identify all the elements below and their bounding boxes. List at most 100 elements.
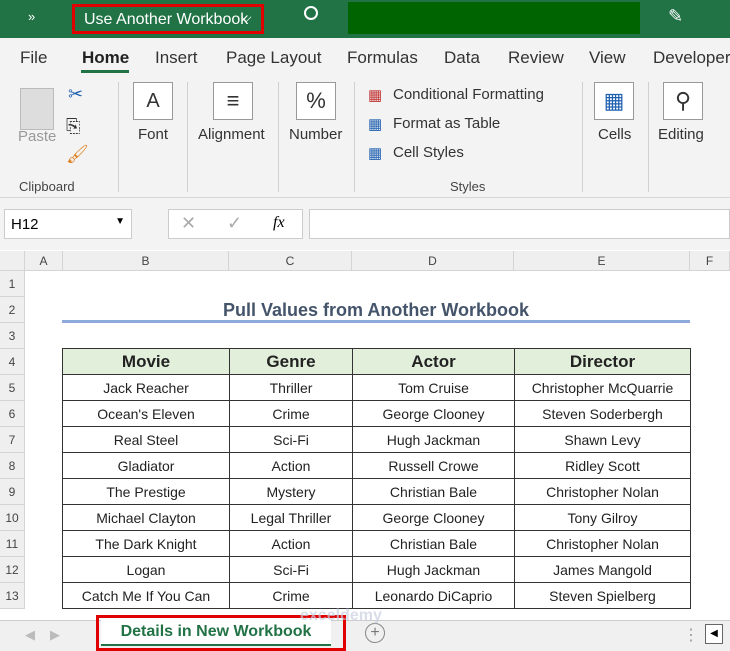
add-sheet-button[interactable]: + xyxy=(365,623,385,643)
tab-review[interactable]: Review xyxy=(508,48,564,68)
table-cell[interactable]: Catch Me If You Can xyxy=(62,582,230,609)
table-cell[interactable]: Crime xyxy=(229,582,353,609)
number-icon[interactable]: % xyxy=(296,82,336,120)
editing-button[interactable]: Editing xyxy=(658,126,704,143)
table-cell[interactable]: Sci-Fi xyxy=(229,426,353,453)
table-cell[interactable]: Steven Soderbergh xyxy=(514,400,691,427)
row-header[interactable]: 7 xyxy=(0,427,25,453)
table-cell[interactable]: Hugh Jackman xyxy=(352,426,515,453)
formula-input[interactable] xyxy=(309,209,730,239)
table-cell[interactable]: Gladiator xyxy=(62,452,230,479)
table-cell[interactable]: Ridley Scott xyxy=(514,452,691,479)
table-cell[interactable]: Crime xyxy=(229,400,353,427)
cut-icon[interactable]: ✂ xyxy=(68,84,83,105)
scroll-left-button[interactable]: ◀ xyxy=(705,624,723,644)
row-header[interactable]: 5 xyxy=(0,375,25,401)
table-cell[interactable]: Sci-Fi xyxy=(229,556,353,583)
row-header[interactable]: 1 xyxy=(0,271,25,297)
format-as-table-button[interactable]: Format as Table xyxy=(393,115,500,132)
table-cell[interactable]: George Clooney xyxy=(352,400,515,427)
column-header[interactable]: B xyxy=(63,251,229,271)
cancel-icon[interactable]: ✕ xyxy=(181,213,196,234)
tab-file[interactable]: File xyxy=(20,48,47,68)
row-header[interactable]: 10 xyxy=(0,505,25,531)
row-header[interactable]: 8 xyxy=(0,453,25,479)
column-header[interactable]: E xyxy=(514,251,690,271)
name-box[interactable]: H12 ▼ xyxy=(4,209,132,239)
table-cell[interactable]: Action xyxy=(229,452,353,479)
font-button[interactable]: Font xyxy=(138,126,168,143)
table-cell[interactable]: Steven Spielberg xyxy=(514,582,691,609)
cells-button[interactable]: Cells xyxy=(598,126,631,143)
table-cell[interactable]: Christopher McQuarrie xyxy=(514,374,691,401)
split-handle[interactable]: ⋮ xyxy=(683,625,699,645)
editing-search-icon[interactable]: ⚲ xyxy=(663,82,703,120)
tab-data[interactable]: Data xyxy=(444,48,480,68)
table-cell[interactable]: George Clooney xyxy=(352,504,515,531)
row-header[interactable]: 4 xyxy=(0,349,25,375)
table-cell[interactable]: Shawn Levy xyxy=(514,426,691,453)
next-sheet-icon[interactable]: ▶ xyxy=(50,627,60,643)
conditional-formatting-button[interactable]: Conditional Formatting xyxy=(393,86,544,103)
paste-button[interactable]: Paste xyxy=(18,128,56,145)
font-icon[interactable]: A xyxy=(133,82,173,120)
tab-view[interactable]: View xyxy=(589,48,626,68)
row-header[interactable]: 12 xyxy=(0,557,25,583)
coauthor-icon[interactable]: ✎ xyxy=(668,6,683,27)
table-cell[interactable]: Legal Thriller xyxy=(229,504,353,531)
table-cell[interactable]: Action xyxy=(229,530,353,557)
table-cell[interactable]: Ocean's Eleven xyxy=(62,400,230,427)
insert-function-icon[interactable]: fx xyxy=(273,214,285,232)
search-icon[interactable] xyxy=(304,6,318,20)
prev-sheet-icon[interactable]: ◀ xyxy=(25,627,35,643)
workbook-name: Use Another Workbook xyxy=(84,11,249,28)
paste-icon[interactable] xyxy=(20,88,54,130)
cell-styles-button[interactable]: Cell Styles xyxy=(393,144,464,161)
table-cell[interactable]: Mystery xyxy=(229,478,353,505)
number-button[interactable]: Number xyxy=(289,126,342,143)
sheet-tab-details-in-new-workbook[interactable]: Details in New Workbook xyxy=(101,619,331,646)
column-header[interactable]: D xyxy=(352,251,514,271)
enter-icon[interactable]: ✓ xyxy=(227,213,242,234)
table-cell[interactable]: Thriller xyxy=(229,374,353,401)
table-cell[interactable]: James Mangold xyxy=(514,556,691,583)
row-header[interactable]: 13 xyxy=(0,583,25,609)
table-cell[interactable]: Russell Crowe xyxy=(352,452,515,479)
table-cell[interactable]: Christopher Nolan xyxy=(514,478,691,505)
tab-home[interactable]: Home xyxy=(82,48,129,68)
column-header[interactable]: A xyxy=(25,251,63,271)
row-header[interactable]: 2 xyxy=(0,297,25,323)
table-cell[interactable]: Christian Bale xyxy=(352,530,515,557)
alignment-icon[interactable]: ≡ xyxy=(213,82,253,120)
table-cell[interactable]: Christian Bale xyxy=(352,478,515,505)
table-cell[interactable]: Michael Clayton xyxy=(62,504,230,531)
table-cell[interactable]: Jack Reacher xyxy=(62,374,230,401)
tab-insert[interactable]: Insert xyxy=(155,48,198,68)
alignment-button[interactable]: Alignment xyxy=(198,126,265,143)
table-cell[interactable]: The Dark Knight xyxy=(62,530,230,557)
column-header[interactable]: F xyxy=(690,251,730,271)
column-header[interactable]: C xyxy=(229,251,352,271)
tab-formulas[interactable]: Formulas xyxy=(347,48,418,68)
row-header[interactable]: 11 xyxy=(0,531,25,557)
table-cell[interactable]: The Prestige xyxy=(62,478,230,505)
table-cell[interactable]: Hugh Jackman xyxy=(352,556,515,583)
row-header[interactable]: 9 xyxy=(0,479,25,505)
row-header[interactable]: 6 xyxy=(0,401,25,427)
table-cell[interactable]: Christopher Nolan xyxy=(514,530,691,557)
table-cell[interactable]: Tom Cruise xyxy=(352,374,515,401)
cells-icon[interactable]: ▦ xyxy=(594,82,634,120)
row-header[interactable]: 3 xyxy=(0,323,25,349)
table-cell[interactable]: Leonardo DiCaprio xyxy=(352,582,515,609)
tab-page-layout[interactable]: Page Layout xyxy=(226,48,321,68)
workbook-name-button[interactable]: Use Another Workbook ⌵ xyxy=(72,4,264,34)
more-commands-icon[interactable]: » xyxy=(28,9,35,24)
select-all[interactable] xyxy=(0,251,25,271)
format-painter-icon[interactable]: 🖌 xyxy=(66,144,89,165)
table-cell[interactable]: Logan xyxy=(62,556,230,583)
search-box[interactable] xyxy=(348,2,640,34)
table-cell[interactable]: Real Steel xyxy=(62,426,230,453)
tab-developer[interactable]: Developer xyxy=(653,48,730,68)
copy-icon[interactable]: ⎘ xyxy=(66,116,80,137)
table-cell[interactable]: Tony Gilroy xyxy=(514,504,691,531)
